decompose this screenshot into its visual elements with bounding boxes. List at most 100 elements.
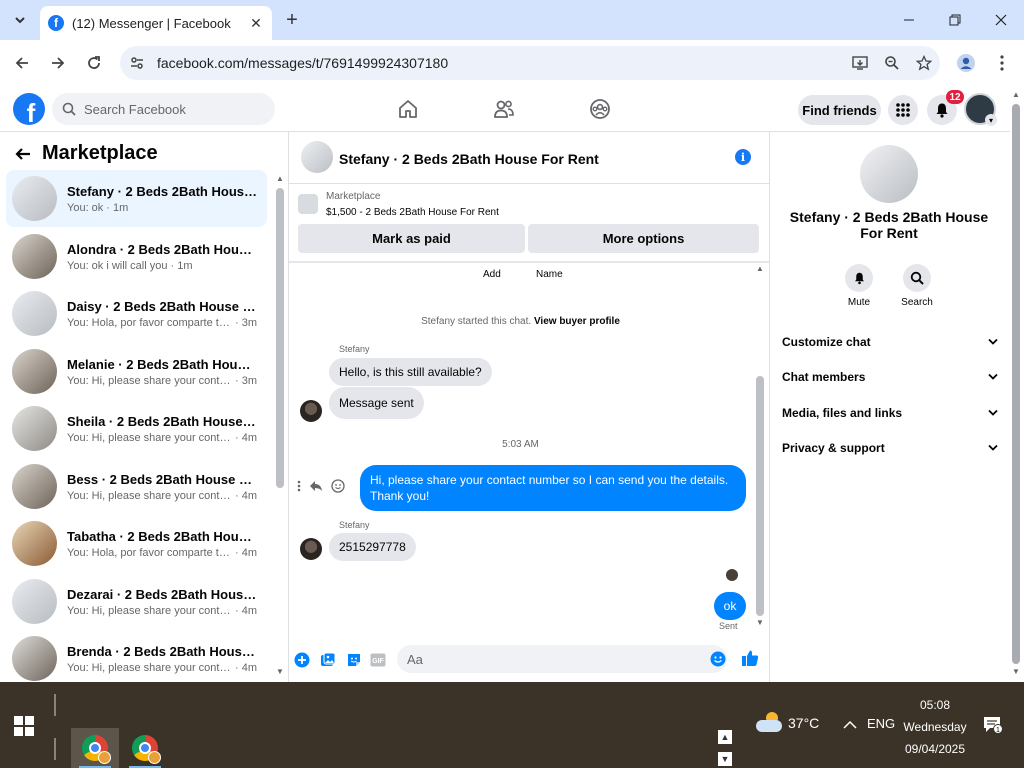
- weather-widget[interactable]: 37°C: [756, 712, 820, 732]
- more-icon[interactable]: [297, 480, 301, 492]
- listing-thumbnail: [298, 194, 318, 214]
- chat-scroll-up-icon[interactable]: ▲: [756, 264, 764, 273]
- new-tab-button[interactable]: +: [282, 10, 302, 30]
- reply-icon[interactable]: [309, 480, 323, 492]
- site-info-icon[interactable]: [124, 50, 150, 76]
- list-scroll-up-icon[interactable]: ▲: [276, 174, 284, 183]
- system-clock[interactable]: 05:08 Wednesday 09/04/2025: [896, 694, 974, 760]
- language-indicator[interactable]: ENG: [867, 716, 895, 731]
- minimize-button[interactable]: [886, 0, 932, 40]
- nav-groups-button[interactable]: [587, 96, 613, 122]
- search-label: Search: [901, 297, 933, 308]
- gif-icon[interactable]: GIF: [369, 651, 387, 669]
- avatar[interactable]: [860, 145, 918, 203]
- mute-button[interactable]: Mute: [829, 264, 889, 308]
- conversation-snippet: You: Hi, please share your contact ...: [67, 661, 232, 674]
- conversation-snippet: You: Hola, por favor comparte tu ...: [67, 316, 232, 329]
- privacy-support-section[interactable]: Privacy & support: [782, 441, 998, 455]
- list-item[interactable]: Melanie · 2 Beds 2Bath House F... You: H…: [6, 343, 267, 400]
- close-tab-icon[interactable]: ✕: [248, 15, 264, 31]
- list-item[interactable]: Stefany · 2 Beds 2Bath House F... You: o…: [6, 170, 267, 227]
- back-arrow-icon[interactable]: [14, 145, 32, 163]
- taskbar-chrome-app[interactable]: [121, 728, 169, 768]
- find-friends-button[interactable]: Find friends: [798, 95, 881, 125]
- search-in-chat-button[interactable]: Search: [887, 264, 947, 308]
- marketplace-header: Marketplace: [14, 142, 158, 165]
- chat-title[interactable]: Stefany · 2 Beds 2Bath House For Rent: [339, 151, 599, 167]
- react-smiley-icon[interactable]: [331, 479, 345, 493]
- profile-button[interactable]: [954, 51, 978, 75]
- photo-icon[interactable]: [319, 651, 337, 669]
- list-scroll-down-icon[interactable]: ▼: [276, 667, 284, 676]
- avatar[interactable]: [300, 538, 322, 560]
- conversation-snippet: You: Hi, please share your contact ...: [67, 374, 232, 387]
- page-scroll-up-icon[interactable]: ▲: [1012, 90, 1020, 99]
- media-files-links-section[interactable]: Media, files and links: [782, 406, 998, 420]
- tab-search-dropdown[interactable]: [8, 8, 32, 32]
- list-item[interactable]: Brenda · 2 Beds 2Bath House Fo... You: H…: [6, 630, 267, 682]
- more-options-button[interactable]: More options: [528, 224, 759, 253]
- browser-tab-messenger[interactable]: f (12) Messenger | Facebook ✕: [40, 6, 272, 40]
- list-item[interactable]: Dezarai · 2 Beds 2Bath House F... You: H…: [6, 573, 267, 630]
- nav-home-button[interactable]: [395, 96, 421, 122]
- nav-friends-button[interactable]: [491, 96, 517, 122]
- chat-scroll-down-icon[interactable]: ▼: [756, 618, 764, 627]
- facebook-search-input[interactable]: Search Facebook: [52, 93, 275, 125]
- close-window-button[interactable]: [978, 0, 1024, 40]
- list-scrollbar[interactable]: [276, 188, 284, 488]
- restore-button[interactable]: [932, 0, 978, 40]
- add-label[interactable]: Add: [483, 269, 501, 280]
- message-bubble[interactable]: Message sent: [329, 387, 424, 419]
- emoji-icon[interactable]: [709, 650, 727, 668]
- list-item[interactable]: Sheila · 2 Beds 2Bath House For... You: …: [6, 400, 267, 457]
- bookmark-star-icon[interactable]: [908, 55, 940, 71]
- message-bubble[interactable]: Hello, is this still available?: [329, 358, 492, 386]
- menu-button[interactable]: [888, 95, 918, 125]
- avatar[interactable]: [300, 400, 322, 422]
- taskbar-scroll-down-icon[interactable]: ▼: [718, 752, 732, 766]
- temperature: 37°C: [788, 715, 820, 731]
- chevron-down-icon[interactable]: ▾: [985, 114, 997, 126]
- name-label[interactable]: Name: [536, 269, 563, 280]
- install-app-icon[interactable]: [844, 55, 876, 71]
- thumbs-up-icon[interactable]: [741, 649, 759, 667]
- list-item[interactable]: Tabatha · 2 Beds 2Bath House F... You: H…: [6, 515, 267, 572]
- account-icon: [957, 54, 975, 72]
- list-item[interactable]: Bess · 2 Beds 2Bath House For R... You: …: [6, 458, 267, 515]
- chrome-icon: [132, 735, 161, 764]
- message-bubble[interactable]: Hi, please share your contact number so …: [360, 465, 746, 511]
- section-label: Media, files and links: [782, 406, 903, 420]
- forward-button[interactable]: [46, 51, 70, 75]
- message-input[interactable]: Aa: [397, 645, 727, 673]
- list-item[interactable]: Daisy · 2 Beds 2Bath House For ... You: …: [6, 285, 267, 342]
- avatar[interactable]: [301, 141, 333, 173]
- info-icon[interactable]: i: [735, 149, 751, 165]
- facebook-logo-icon[interactable]: f: [13, 93, 45, 125]
- mark-as-paid-button[interactable]: Mark as paid: [298, 224, 525, 253]
- page-scrollbar[interactable]: [1012, 104, 1020, 664]
- windows-start-icon[interactable]: [14, 716, 34, 736]
- plus-circle-icon[interactable]: [293, 651, 311, 669]
- message-bubble[interactable]: ok: [714, 592, 746, 620]
- view-buyer-profile-link[interactable]: View buyer profile: [534, 316, 620, 327]
- conversation-name: Tabatha · 2 Beds 2Bath House F...: [67, 528, 257, 544]
- tray-chevron-up-icon[interactable]: [843, 718, 857, 733]
- page-scroll-down-icon[interactable]: ▼: [1012, 667, 1020, 676]
- message-bubble[interactable]: 2515297778: [329, 533, 416, 561]
- message-actions: [297, 479, 353, 493]
- sticker-icon[interactable]: [345, 651, 363, 669]
- chat-members-section[interactable]: Chat members: [782, 370, 998, 384]
- chat-scrollbar[interactable]: [756, 376, 764, 616]
- address-bar[interactable]: facebook.com/messages/t/7691499924307180: [120, 46, 940, 80]
- taskbar-chrome-app[interactable]: [71, 728, 119, 768]
- reload-button[interactable]: [82, 51, 106, 75]
- list-item[interactable]: Alondra · 2 Beds 2Bath House F... You: o…: [6, 228, 267, 285]
- avatar: [12, 349, 57, 394]
- customize-chat-section[interactable]: Customize chat: [782, 335, 998, 349]
- browser-menu-button[interactable]: [990, 51, 1014, 75]
- listing-title[interactable]: $1,500 - 2 Beds 2Bath House For Rent: [326, 207, 499, 218]
- taskbar-scroll-up-icon[interactable]: ▲: [718, 730, 732, 744]
- back-button[interactable]: [10, 51, 34, 75]
- notification-center-icon[interactable]: 1: [983, 716, 1003, 734]
- zoom-icon[interactable]: [876, 55, 908, 71]
